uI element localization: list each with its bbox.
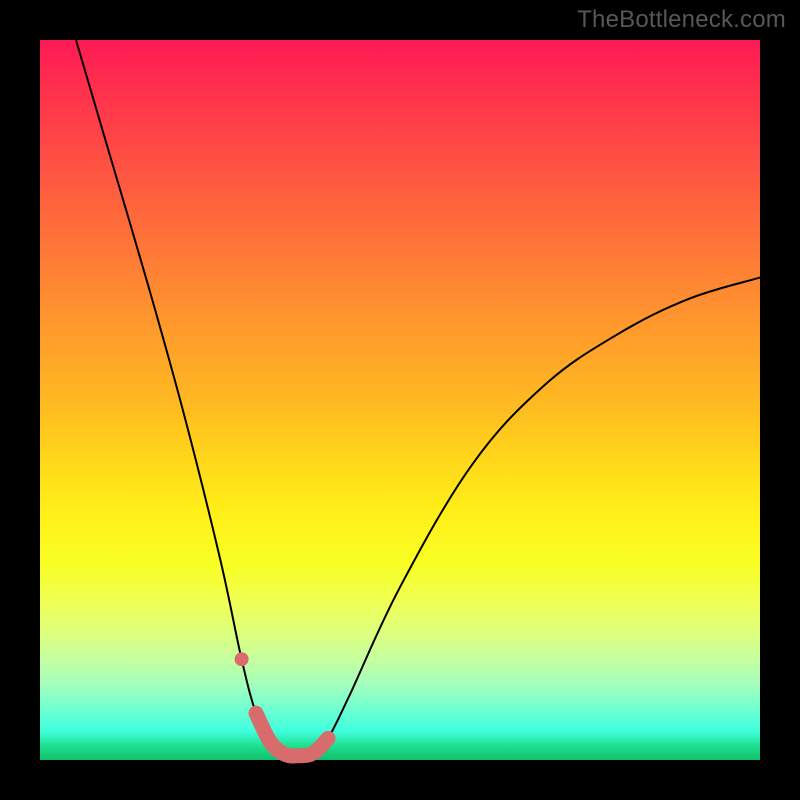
plot-area [40,40,760,760]
bottleneck-curve [76,40,760,756]
plot-svg [40,40,760,760]
chart-frame: TheBottleneck.com [0,0,800,800]
highlight-dot [235,652,249,666]
watermark-text: TheBottleneck.com [577,6,786,34]
minimum-band-highlight [256,713,328,756]
